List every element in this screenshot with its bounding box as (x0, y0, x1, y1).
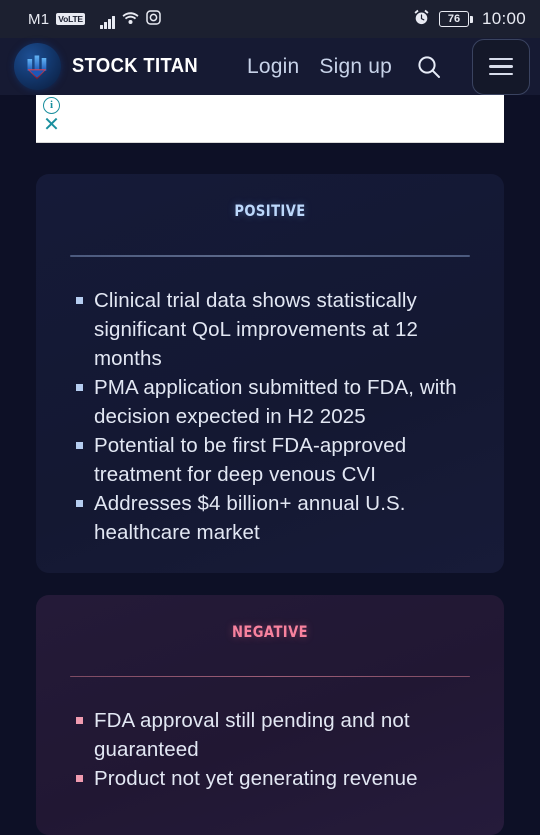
alarm-clock-icon (413, 9, 430, 30)
screen-record-icon (146, 9, 161, 29)
search-icon[interactable] (412, 50, 446, 84)
negative-card-title: Negative (231, 616, 309, 643)
list-item: Product not yet generating revenue (70, 764, 476, 793)
close-icon[interactable]: ✕ (42, 115, 61, 135)
hamburger-menu-icon[interactable] (472, 38, 530, 95)
positive-bullet-list: Clinical trial data shows statistically … (70, 286, 476, 547)
ad-banner[interactable]: i ✕ (36, 95, 504, 143)
negative-card-divider (70, 675, 470, 677)
site-header: STOCK TITAN Login Sign up (0, 38, 540, 95)
list-item: Potential to be first FDA-approved treat… (70, 431, 476, 489)
header-nav: Login Sign up (247, 38, 530, 95)
volte-badge: VoLTE (56, 13, 85, 25)
stock-titan-logo-icon (14, 43, 61, 90)
list-item: PMA application submitted to FDA, with d… (70, 373, 476, 431)
battery-level-label: 76 (438, 11, 469, 27)
login-link[interactable]: Login (247, 55, 299, 79)
status-bar-left: M1 VoLTE (28, 9, 161, 29)
brand-name: STOCK TITAN (72, 55, 199, 77)
logo-home-link[interactable]: STOCK TITAN (14, 43, 209, 90)
status-bar-right: 76 10:00 (413, 9, 526, 30)
carrier-label: M1 (28, 10, 50, 28)
clock-label: 10:00 (481, 9, 526, 28)
list-item: FDA approval still pending and not guara… (70, 706, 476, 764)
positive-card: Positive Clinical trial data shows stati… (36, 174, 504, 573)
battery-icon: 76 (438, 11, 473, 27)
status-bar: M1 VoLTE 76 10:00 (0, 0, 540, 38)
info-icon[interactable]: i (43, 97, 60, 114)
list-item: Addresses $4 billion+ annual U.S. health… (70, 489, 476, 547)
status-icons-group (99, 9, 161, 29)
positive-card-title: Positive (234, 196, 306, 222)
signal-bars-icon (99, 15, 115, 29)
wifi-icon (122, 11, 139, 29)
negative-bullet-list: FDA approval still pending and not guara… (70, 706, 476, 793)
positive-card-divider (70, 255, 470, 257)
page-content: i ✕ Positive Clinical trial data shows s… (0, 95, 540, 835)
list-item: Clinical trial data shows statistically … (70, 286, 476, 373)
signup-link[interactable]: Sign up (319, 55, 392, 79)
negative-card: Negative FDA approval still pending and … (36, 594, 504, 835)
